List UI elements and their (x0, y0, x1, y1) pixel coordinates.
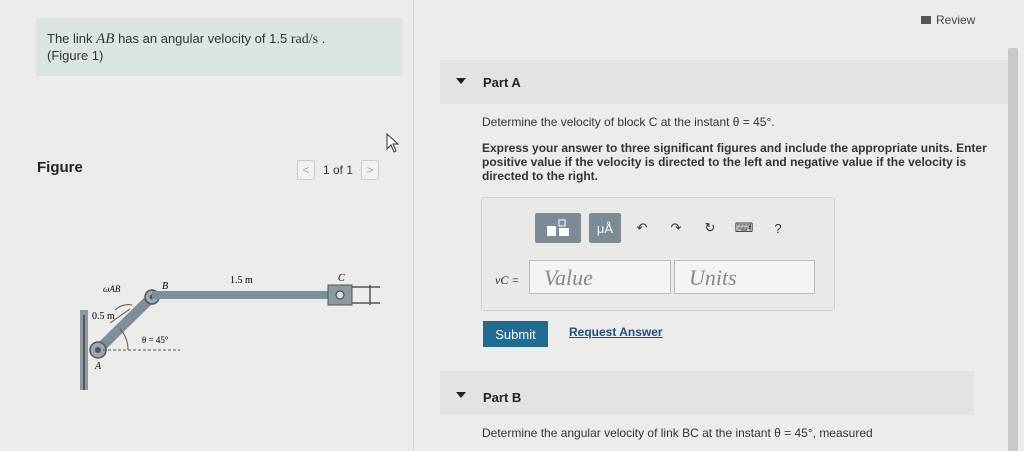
figure-heading: Figure (37, 159, 83, 176)
part-b-title: Part B (483, 390, 522, 405)
omega-label: ωAB (103, 284, 121, 294)
part-b-collapse[interactable] (456, 392, 466, 398)
problem-statement: The link AB has an angular velocity of 1… (47, 31, 326, 64)
part-b-question: Determine the angular velocity of link B… (482, 426, 873, 440)
part-a-header[interactable] (440, 60, 1008, 104)
submit-button[interactable]: Submit (483, 321, 548, 347)
label-b: B (162, 281, 168, 292)
next-figure-button[interactable]: > (361, 160, 380, 180)
length-ab-label: 0.5 m (92, 311, 115, 322)
theta-label: θ = 45° (142, 335, 169, 345)
request-answer-link[interactable]: Request Answer (569, 325, 663, 339)
figure-pager: < 1 of 1 > (297, 160, 380, 180)
units-input[interactable]: Units (674, 260, 815, 294)
template-icon (547, 219, 569, 236)
vc-label: vC = (495, 273, 520, 287)
label-a: A (94, 361, 102, 372)
reset-icon[interactable]: ↻ (697, 213, 723, 243)
scrollbar-thumb[interactable] (1008, 48, 1018, 451)
caret-down-icon (456, 78, 466, 84)
keyboard-icon[interactable]: ⌨ (731, 213, 757, 243)
label-c: C (338, 273, 345, 284)
review-link[interactable]: Review (921, 13, 975, 27)
mouse-cursor-icon (386, 133, 400, 153)
part-a-collapse[interactable] (456, 78, 466, 84)
part-a-question: Determine the velocity of block C at the… (482, 115, 775, 129)
redo-icon[interactable]: ↷ (663, 213, 689, 243)
part-a-title: Part A (483, 75, 521, 90)
mechanism-figure: ωAB B C A 1.5 m 0.5 m θ = 45° (80, 273, 380, 390)
pager-text: 1 of 1 (323, 163, 354, 177)
column-divider (413, 0, 414, 451)
figure-link[interactable]: (Figure 1) (47, 48, 325, 64)
answer-toolbar: μÅ ↶ ↷ ↻ ⌨ ? (535, 213, 791, 243)
units-button[interactable]: μÅ (589, 213, 621, 243)
prev-figure-button[interactable]: < (297, 160, 315, 180)
length-bc-label: 1.5 m (230, 275, 253, 286)
undo-icon[interactable]: ↶ (629, 213, 655, 243)
help-icon[interactable]: ? (765, 213, 791, 243)
template-button[interactable] (535, 213, 581, 243)
caret-down-icon (456, 392, 466, 398)
part-a-instructions: Express your answer to three significant… (482, 141, 987, 183)
value-input[interactable]: Value (529, 260, 671, 294)
review-icon (921, 16, 931, 24)
